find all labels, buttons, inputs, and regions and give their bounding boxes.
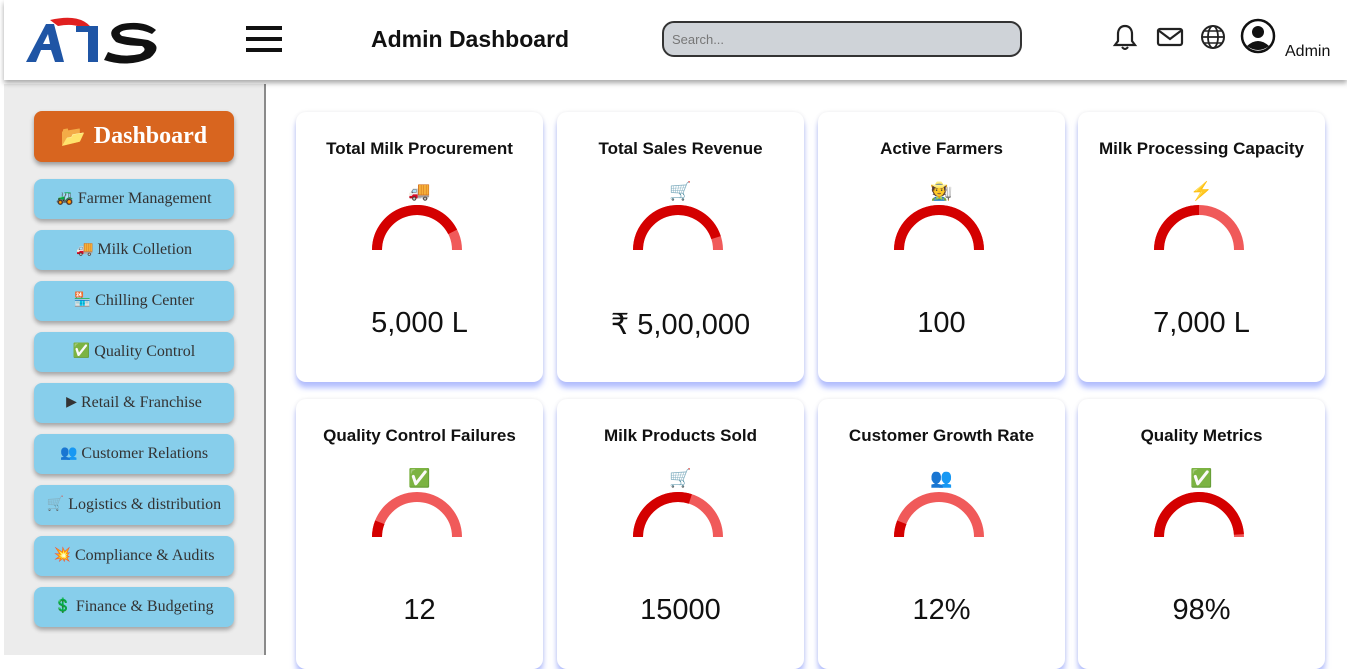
check-icon: ✅ xyxy=(1190,468,1213,488)
sidebar-item-customer-relations[interactable]: 👥 Customer Relations xyxy=(34,434,234,474)
sidebar-item-quality-control[interactable]: ✅ Quality Control xyxy=(34,332,234,372)
sidebar-item-label: Chilling Center xyxy=(95,292,195,309)
sidebar-item-label: Customer Relations xyxy=(81,445,209,462)
gauge-track xyxy=(894,492,984,538)
cart-icon: 🛒 xyxy=(669,181,692,201)
users-icon: 👥 xyxy=(930,468,953,488)
card-value: 15000 xyxy=(640,594,721,626)
user-name-label[interactable]: Admin xyxy=(1285,43,1330,61)
folder-icon: 📂 xyxy=(60,125,86,148)
sidebar-item-label: Retail & Franchise xyxy=(80,394,202,411)
card-title: Active Farmers xyxy=(880,139,1003,158)
card-title: Total Milk Procurement xyxy=(326,139,513,158)
stat-card[interactable]: Active Farmers 🧑‍🌾 100 xyxy=(818,112,1065,382)
gauge-chart xyxy=(372,492,462,538)
gauge-chart xyxy=(894,492,984,538)
sidebar-item-label: Compliance & Audits xyxy=(74,547,215,564)
user-avatar-icon[interactable] xyxy=(1240,18,1276,54)
check-icon: ✅ xyxy=(408,468,431,488)
gauge-fill xyxy=(894,520,907,538)
card-value: 12% xyxy=(912,594,971,626)
cart-icon: 🛒 xyxy=(46,497,65,512)
check-icon: ✅ xyxy=(72,344,91,359)
card-value: 7,000 L xyxy=(1153,307,1250,339)
card-title: Milk Processing Capacity xyxy=(1098,139,1305,158)
stat-card[interactable]: Total Sales Revenue 🛒 ₹ 5,00,000 xyxy=(557,112,804,382)
truck-icon: 🚚 xyxy=(75,242,94,257)
gauge-fill xyxy=(633,205,721,251)
sidebar-item-compliance-audits[interactable]: 💥 Compliance & Audits xyxy=(34,536,234,576)
play-icon: ▶ xyxy=(66,395,77,410)
gauge-fill xyxy=(372,520,385,538)
sidebar: 📂 Dashboard 🚜 Farmer Management 🚚 Milk Col… xyxy=(4,84,266,655)
cart-icon: 🛒 xyxy=(669,468,692,488)
gauge-track xyxy=(372,492,462,538)
gauge-chart xyxy=(633,492,723,538)
sidebar-item-dashboard[interactable]: 📂 Dashboard xyxy=(34,111,234,162)
stat-card[interactable]: Milk Products Sold 🛒 15000 xyxy=(557,399,804,669)
users-icon: 👥 xyxy=(59,446,78,461)
dollar-icon: 💲 xyxy=(54,599,72,614)
sidebar-item-retail-franchise[interactable]: ▶ Retail & Franchise xyxy=(34,383,234,423)
stat-card[interactable]: Milk Processing Capacity ⚡ 7,000 L xyxy=(1078,112,1325,382)
card-value: 5,000 L xyxy=(371,307,468,339)
gauge-chart xyxy=(372,205,462,251)
gauge-fill xyxy=(1154,205,1200,251)
sidebar-item-farmer-management[interactable]: 🚜 Farmer Management xyxy=(34,179,234,219)
sidebar-item-label: Quality Control xyxy=(94,343,196,360)
farmer-icon: 🧑‍🌾 xyxy=(930,181,953,201)
sidebar-item-label: Farmer Management xyxy=(77,190,212,207)
card-value: 100 xyxy=(917,307,966,339)
gauge-chart xyxy=(1154,205,1244,251)
gauge-fill xyxy=(372,205,458,251)
stat-card[interactable]: Customer Growth Rate 👥 12% xyxy=(818,399,1065,669)
page-title: Admin Dashboard xyxy=(371,26,570,52)
lightning-icon: ⚡ xyxy=(1190,181,1213,201)
stat-card[interactable]: Quality Metrics ✅ 98% xyxy=(1078,399,1325,669)
card-value: 12 xyxy=(403,594,436,626)
mail-icon[interactable] xyxy=(1155,22,1185,52)
stat-card[interactable]: Quality Control Failures ✅ 12 xyxy=(296,399,543,669)
store-icon: 🏪 xyxy=(73,293,92,308)
gauge-chart xyxy=(1154,492,1244,538)
gauge-fill xyxy=(633,492,692,538)
stat-card[interactable]: Total Milk Procurement 🚚 5,000 L xyxy=(296,112,543,382)
ats-logo[interactable] xyxy=(24,14,164,66)
sidebar-item-label: Milk Colletion xyxy=(97,241,193,258)
gauge-fill xyxy=(1154,492,1244,538)
top-header: Admin Dashboard Admin xyxy=(4,0,1347,80)
bell-icon[interactable] xyxy=(1110,22,1140,52)
sidebar-item-label: Dashboard xyxy=(93,123,208,149)
sidebar-item-label: Logistics & distribution xyxy=(68,496,222,513)
card-value: 98% xyxy=(1172,594,1231,626)
tractor-icon: 🚜 xyxy=(56,191,74,206)
truck-icon: 🚚 xyxy=(408,181,431,201)
card-title: Quality Control Failures xyxy=(323,426,516,445)
sidebar-item-chilling-center[interactable]: 🏪 Chilling Center xyxy=(34,281,234,321)
sidebar-item-milk-collection[interactable]: 🚚 Milk Colletion xyxy=(34,230,234,270)
card-title: Total Sales Revenue xyxy=(598,139,763,158)
card-title: Milk Products Sold xyxy=(603,426,758,445)
search-input[interactable] xyxy=(662,21,1022,57)
gauge-chart xyxy=(894,205,984,251)
sidebar-item-logistics-distribution[interactable]: 🛒 Logistics & distribution xyxy=(34,485,234,525)
gauge-chart xyxy=(633,205,723,251)
sidebar-item-label: Finance & Budgeting xyxy=(75,598,214,615)
card-title: Quality Metrics xyxy=(1140,426,1263,445)
gauge-fill xyxy=(894,205,984,251)
globe-icon[interactable] xyxy=(1198,22,1228,52)
menu-toggle-icon[interactable] xyxy=(246,26,284,54)
card-value: ₹ 5,00,000 xyxy=(610,309,751,341)
card-title: Customer Growth Rate xyxy=(848,426,1035,445)
collision-icon: 💥 xyxy=(53,548,71,563)
sidebar-item-finance-budgeting[interactable]: 💲 Finance & Budgeting xyxy=(34,587,234,627)
